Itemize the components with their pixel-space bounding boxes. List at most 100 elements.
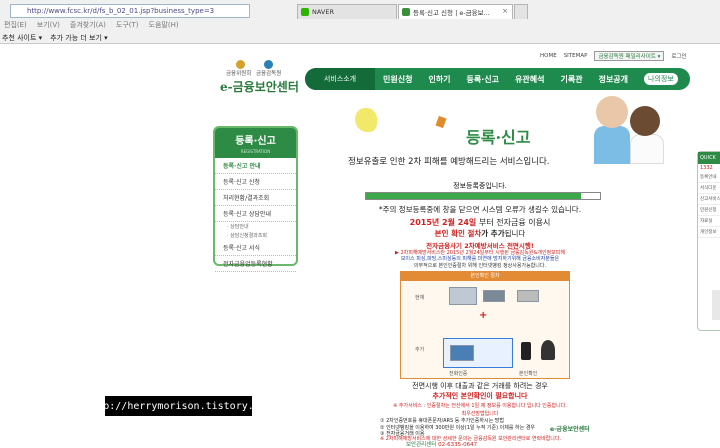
main-nav: 서비스소개 민원신청 인하기 등록·신고 유관혜석 기록관 정보공개 나의정보 bbox=[305, 68, 690, 90]
quick-item[interactable]: 자료실 bbox=[698, 216, 720, 227]
org1-label: 금융위원회 bbox=[226, 71, 252, 77]
added-step-box bbox=[443, 338, 513, 368]
auth-b: 가 추가 bbox=[481, 229, 505, 238]
menu-bar: 편집(E) 보기(V) 즐겨찾기(A) 도구(T) 도움말(H) bbox=[0, 20, 720, 31]
diagram-header: 본인확인 절차 bbox=[401, 272, 569, 281]
notice-block: ▶ 2차피해예방서비스란 2015년 2월24일부터 시행된 금융감독원&개인정… bbox=[342, 250, 618, 269]
fsc-seal-icon bbox=[236, 60, 245, 69]
after-text: 전면시행 이후 대출과 같은 거래를 하려는 경우 bbox=[412, 382, 548, 390]
progress-bar bbox=[365, 192, 601, 200]
page-title: 등록·신고 bbox=[466, 128, 531, 147]
mobile-phone-icon bbox=[521, 342, 531, 360]
quick-menu-title: QUICK bbox=[698, 152, 720, 164]
nav-item-5[interactable]: 기록관 bbox=[552, 74, 590, 85]
date-highlight: 2015년 2월 24일 bbox=[409, 218, 477, 227]
after-text-2: 추가적인 본인확인이 필요합니다 bbox=[432, 392, 528, 400]
plus-icon: + bbox=[479, 310, 488, 321]
utility-links: HOME SITEMAP 금융감독원 패밀리사이트 ▾ 로그인 bbox=[540, 51, 687, 61]
menu-help[interactable]: 도움말(H) bbox=[149, 20, 179, 31]
family-site-select[interactable]: 금융감독원 패밀리사이트 ▾ bbox=[594, 51, 665, 61]
naver-icon bbox=[301, 8, 309, 16]
scrollbar[interactable] bbox=[712, 290, 720, 320]
menu-favorites[interactable]: 즐겨찾기(A) bbox=[70, 20, 106, 31]
date-line: 2015년 2월 24일 부터 전자금융 이용시 bbox=[340, 217, 620, 228]
nav-item-4[interactable]: 유관혜석 bbox=[507, 74, 552, 85]
after-text-3: ※ 추가서비스 : 인증절차는 전산에서 1일 제 정보를 이용합니다 입니다 … bbox=[393, 403, 567, 409]
sitemap-link[interactable]: SITEMAP bbox=[564, 53, 588, 59]
auth-line: 본인 확인 절차가 추가됩니다 bbox=[340, 228, 620, 239]
auth-a: 본인 확인 절차 bbox=[434, 229, 482, 238]
tab-current[interactable]: 등록·신고 신청 | e-금융보... × bbox=[398, 4, 513, 19]
contact-phone: 02-6335-0647 bbox=[438, 442, 478, 448]
notice-line-3: 의무적으로 본인인증절차 위해 인터넷뱅킹 정상사용가능합니다. bbox=[413, 262, 547, 269]
nav-item-complaint[interactable]: 민원신청 bbox=[375, 74, 420, 85]
tab-label: NAVER bbox=[312, 8, 334, 16]
nav-item-registration[interactable]: 등록·신고 bbox=[459, 74, 507, 85]
after-text-4: 최우선방법입니다 bbox=[461, 411, 499, 417]
site-logo[interactable]: 금융위원회 금융감독원 e-금융보안센터 bbox=[218, 60, 299, 94]
watermark: http://herrymorison.tistory.com bbox=[85, 396, 272, 416]
fav-recommended[interactable]: 추천 사이트 ▾ bbox=[2, 33, 42, 43]
diagram-label-current: 현재 bbox=[415, 295, 425, 301]
quick-item[interactable]: 민원신청 bbox=[698, 205, 720, 216]
nav-mypage-button[interactable]: 나의정보 bbox=[644, 73, 678, 85]
close-tab-icon[interactable]: × bbox=[502, 7, 508, 15]
system-line: 전자금융사기 2차예방서비스 전면시행! bbox=[426, 242, 534, 250]
progress-label: 정보등록중입니다. bbox=[453, 182, 507, 190]
side-subitem-result[interactable]: · 상담신청결과조회 bbox=[215, 231, 296, 240]
contact-label: 보안관리센터 bbox=[406, 442, 437, 448]
menu-view[interactable]: 보기(V) bbox=[37, 20, 60, 31]
home-link[interactable]: HOME bbox=[540, 53, 557, 59]
telephone-icon bbox=[541, 340, 555, 360]
menu-edit[interactable]: 편집(E) bbox=[4, 20, 27, 31]
date-rest: 부터 전자금융 이용시 bbox=[479, 218, 551, 227]
children-photo bbox=[590, 96, 675, 166]
quick-item[interactable]: 서식다운 bbox=[698, 183, 720, 194]
browser-chrome: http://www.fcsc.kr/d/fs_b_02_01.jsp?busi… bbox=[0, 0, 720, 44]
side-menu-title: 등록·신고 bbox=[235, 136, 276, 147]
butterfly-illustration bbox=[355, 108, 377, 132]
laptop-icon bbox=[450, 345, 474, 361]
nav-item-disclosure[interactable]: 정보공개 bbox=[591, 74, 636, 85]
nav-item-2[interactable]: 인하기 bbox=[420, 74, 458, 85]
side-subitem-consult[interactable]: · 상담안내 bbox=[215, 222, 296, 231]
side-item-list[interactable]: 전자금융업등록현황 bbox=[215, 256, 296, 272]
tab-naver[interactable]: NAVER bbox=[297, 4, 397, 19]
quick-item[interactable]: 등록안내 bbox=[698, 172, 720, 183]
quick-item[interactable]: 개인정보 bbox=[698, 227, 720, 238]
fav-more[interactable]: 추가 가능 더 보기 ▾ bbox=[50, 33, 108, 43]
fss-seal-icon bbox=[264, 60, 273, 69]
new-tab-button[interactable] bbox=[514, 4, 528, 19]
menu-tools[interactable]: 도구(T) bbox=[116, 20, 139, 31]
org2-label: 금융감독원 bbox=[256, 71, 282, 77]
side-item-apply[interactable]: 등록·신고 신청 bbox=[215, 174, 296, 190]
diagram-caption-1: 전화인증 bbox=[449, 371, 468, 377]
quick-item[interactable]: 신고서비스 bbox=[698, 194, 720, 205]
footer-logo: e-금융보안센터 bbox=[550, 426, 590, 433]
bullet-1: ① 2차인증번호를 휴대폰문자/ARS 등 추가인증하시는 방법 bbox=[380, 418, 504, 424]
favorites-bar: 추천 사이트 ▾ 추가 가능 더 보기 ▾ bbox=[0, 32, 720, 44]
side-menu-header: 등록·신고 REGISTRATION bbox=[215, 128, 296, 158]
otp-icon bbox=[517, 290, 539, 302]
page-subtitle: 정보유출로 인한 2차 피해를 예방해드리는 서비스입니다. bbox=[348, 157, 550, 167]
side-item-consult[interactable]: 등록·신고 상담안내 bbox=[215, 206, 296, 222]
side-item-guide[interactable]: 등록·신고 안내 bbox=[215, 158, 296, 174]
side-menu-title-en: REGISTRATION bbox=[240, 149, 271, 154]
auth-diagram: 본인확인 절차 현재 + 추가 전화인증 본인확인 bbox=[400, 271, 570, 379]
nav-service-intro[interactable]: 서비스소개 bbox=[305, 68, 375, 90]
address-bar[interactable]: http://www.fcsc.kr/d/fs_b_02_01.jsp?busi… bbox=[10, 4, 250, 18]
auth-c: 됩니다 bbox=[504, 229, 526, 238]
side-item-status[interactable]: 처리현황/결과조회 bbox=[215, 190, 296, 206]
progress-fill bbox=[366, 193, 582, 199]
site-icon bbox=[402, 8, 410, 16]
side-menu: 등록·신고 REGISTRATION 등록·신고 안내 등록·신고 신청 처리현… bbox=[213, 126, 298, 272]
login-link[interactable]: 로그인 bbox=[671, 52, 686, 60]
pc-icon bbox=[449, 287, 477, 305]
contact-line: 보안관리센터 02-6335-0647 bbox=[406, 440, 477, 448]
diagram-label-added: 추가 bbox=[415, 347, 425, 353]
diagram-caption-2: 본인확인 bbox=[519, 371, 538, 377]
site-name: e-금융보안센터 bbox=[220, 80, 299, 94]
side-item-forms[interactable]: 등록·신고 서식 bbox=[215, 240, 296, 256]
warning-text: *주의 정보등록중에 창을 닫으면 시스템 오류가 생길수 있습니다. bbox=[378, 205, 582, 214]
card-icon bbox=[483, 290, 505, 302]
